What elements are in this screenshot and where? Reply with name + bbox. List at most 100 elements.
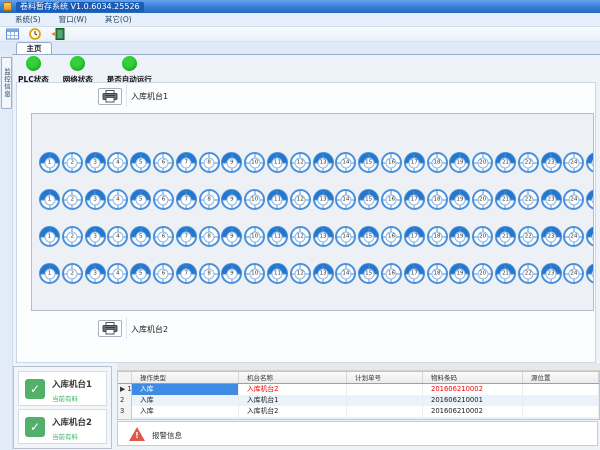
title-bar[interactable]: 卷料暂存系统 V1.0.6034.25526	[0, 0, 600, 13]
slot-r1-10[interactable]: 10	[244, 152, 265, 173]
slot-r2-24[interactable]: 24	[563, 189, 584, 210]
slot-r4-4[interactable]: 4	[107, 263, 128, 284]
slot-r1-14[interactable]: 14	[335, 152, 356, 173]
slot-r4-17[interactable]: 17	[404, 263, 425, 284]
slot-r1-8[interactable]: 8	[199, 152, 220, 173]
slot-r2-3[interactable]: 3	[85, 189, 106, 210]
menu-other[interactable]: 其它(O)	[96, 14, 141, 25]
table-cell[interactable]: 入库	[132, 406, 239, 417]
slot-r4-24[interactable]: 24	[563, 263, 584, 284]
slot-r1-7[interactable]: 7	[176, 152, 197, 173]
clock-icon[interactable]	[27, 28, 43, 41]
slot-r1-23[interactable]: 23	[541, 152, 562, 173]
slot-r1-12[interactable]: 12	[290, 152, 311, 173]
table-splitter[interactable]	[117, 363, 600, 371]
slot-r4-16[interactable]: 16	[381, 263, 402, 284]
column-header-3[interactable]: 计划单号	[347, 372, 423, 383]
table-cell[interactable]: 入库机台2	[239, 384, 347, 395]
slot-r3-10[interactable]: 10	[244, 226, 265, 247]
slot-r4-20[interactable]: 20	[472, 263, 493, 284]
slot-r1-1[interactable]: 1	[39, 152, 60, 173]
slot-r2-15[interactable]: 15	[358, 189, 379, 210]
machine1-print-button[interactable]	[98, 88, 122, 105]
slot-r2-11[interactable]: 11	[267, 189, 288, 210]
table-row-3[interactable]: 3入库入库机台2 201606210002	[118, 406, 599, 417]
slot-r2-22[interactable]: 22	[518, 189, 539, 210]
table-cell[interactable]	[347, 406, 423, 417]
slot-r2-20[interactable]: 20	[472, 189, 493, 210]
slot-r3-4[interactable]: 4	[107, 226, 128, 247]
menu-system[interactable]: 系统(S)	[6, 14, 50, 25]
slot-r4-13[interactable]: 13	[313, 263, 334, 284]
slot-r3-12[interactable]: 12	[290, 226, 311, 247]
slot-r2-12[interactable]: 12	[290, 189, 311, 210]
slot-r4-23[interactable]: 23	[541, 263, 562, 284]
slot-r2-2[interactable]: 2	[62, 189, 83, 210]
slot-r3-9[interactable]: 9	[221, 226, 242, 247]
machine-card-1[interactable]: ✓入库机台1当前有料	[18, 371, 107, 406]
table-row-2[interactable]: 2入库入库机台1201606210001	[118, 395, 599, 406]
table-cell[interactable]: 201606210002	[423, 406, 523, 417]
slot-r2-21[interactable]: 21	[495, 189, 516, 210]
menu-window[interactable]: 窗口(W)	[50, 14, 96, 25]
table-cell[interactable]: 入库机台1	[239, 395, 347, 406]
slot-r1-19[interactable]: 19	[449, 152, 470, 173]
machine2-print-button[interactable]	[98, 320, 122, 337]
slot-r4-18[interactable]: 18	[427, 263, 448, 284]
column-header-2[interactable]: 机台名称	[239, 372, 347, 383]
slot-r3-24[interactable]: 24	[563, 226, 584, 247]
table-cell[interactable]	[347, 395, 423, 406]
column-header-4[interactable]: 物料条码	[423, 372, 523, 383]
slot-r2-25[interactable]: 25	[586, 189, 594, 210]
slot-r3-13[interactable]: 13	[313, 226, 334, 247]
slot-r1-22[interactable]: 22	[518, 152, 539, 173]
slot-r2-1[interactable]: 1	[39, 189, 60, 210]
table-cell[interactable]	[523, 417, 599, 420]
table-row-1[interactable]: ▶ 1入库入库机台2201606210002	[118, 384, 599, 395]
slot-r1-18[interactable]: 18	[427, 152, 448, 173]
slot-r1-25[interactable]: 25	[586, 152, 594, 173]
table-cell[interactable]: 4	[118, 417, 132, 420]
slot-r4-7[interactable]: 7	[176, 263, 197, 284]
slot-r3-25[interactable]: 25	[586, 226, 594, 247]
column-header-0[interactable]	[118, 372, 132, 383]
slot-r4-19[interactable]: 19	[449, 263, 470, 284]
slot-r1-15[interactable]: 15	[358, 152, 379, 173]
table-cell[interactable]: 入库	[132, 384, 239, 395]
slot-r1-6[interactable]: 6	[153, 152, 174, 173]
table-cell[interactable]: 3	[118, 406, 132, 417]
slot-r1-21[interactable]: 21	[495, 152, 516, 173]
column-header-1[interactable]: 操作类型	[132, 372, 239, 383]
slot-r1-11[interactable]: 11	[267, 152, 288, 173]
slot-r2-10[interactable]: 10	[244, 189, 265, 210]
slot-r2-7[interactable]: 7	[176, 189, 197, 210]
table-cell[interactable]	[423, 417, 523, 420]
slot-r1-24[interactable]: 24	[563, 152, 584, 173]
slot-r3-1[interactable]: 1	[39, 226, 60, 247]
table-cell[interactable]	[132, 417, 239, 420]
slot-r3-16[interactable]: 16	[381, 226, 402, 247]
slot-r2-4[interactable]: 4	[107, 189, 128, 210]
column-header-5[interactable]: 源位置	[523, 372, 599, 383]
table-cell[interactable]: 2	[118, 395, 132, 406]
slot-r4-2[interactable]: 2	[62, 263, 83, 284]
side-tab-monitor[interactable]: 监控信息	[1, 57, 12, 109]
slot-r3-22[interactable]: 22	[518, 226, 539, 247]
slot-r3-20[interactable]: 20	[472, 226, 493, 247]
slot-r3-2[interactable]: 2	[62, 226, 83, 247]
slot-r4-6[interactable]: 6	[153, 263, 174, 284]
slot-r2-6[interactable]: 6	[153, 189, 174, 210]
table-cell[interactable]: 入库	[132, 395, 239, 406]
slot-r1-20[interactable]: 20	[472, 152, 493, 173]
slot-r3-6[interactable]: 6	[153, 226, 174, 247]
table-cell[interactable]	[523, 406, 599, 417]
slot-r3-18[interactable]: 18	[427, 226, 448, 247]
slot-r4-1[interactable]: 1	[39, 263, 60, 284]
table-cell[interactable]	[523, 384, 599, 395]
table-cell[interactable]: 入库机台2	[239, 406, 347, 417]
calendar-icon[interactable]	[4, 28, 20, 41]
slot-r3-3[interactable]: 3	[85, 226, 106, 247]
slot-r4-9[interactable]: 9	[221, 263, 242, 284]
slot-r4-15[interactable]: 15	[358, 263, 379, 284]
slot-r1-5[interactable]: 5	[130, 152, 151, 173]
